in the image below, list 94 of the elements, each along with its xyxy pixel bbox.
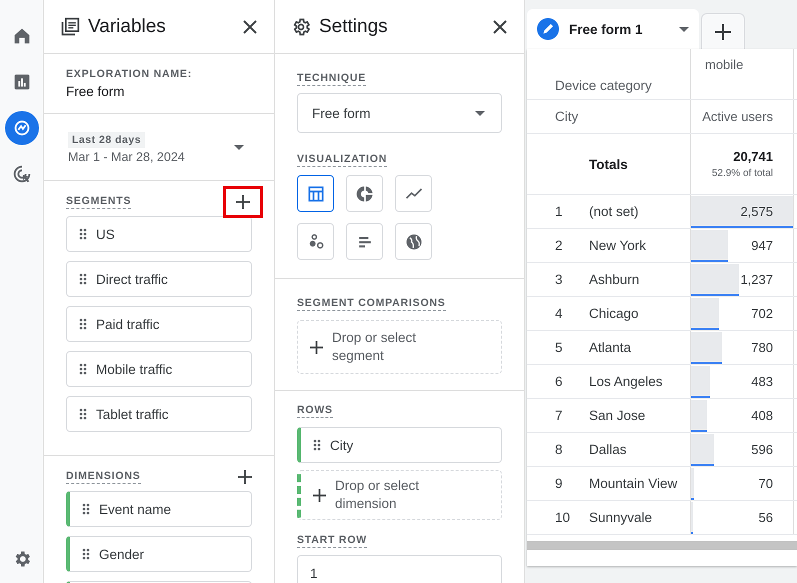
table-cell: Atlanta bbox=[589, 340, 632, 355]
section-label: TECHNIQUE bbox=[297, 72, 366, 86]
totals-label: Totals bbox=[527, 134, 691, 194]
drag-handle-icon bbox=[79, 408, 87, 420]
table-cell: Ashburn bbox=[589, 272, 640, 287]
drag-handle-icon bbox=[79, 273, 87, 285]
column-header: Active users bbox=[691, 100, 794, 133]
segment-chip[interactable]: Direct traffic bbox=[66, 261, 252, 297]
table-cell: Dallas bbox=[589, 442, 627, 457]
row-dimension-chip[interactable]: City bbox=[297, 427, 502, 463]
technique-dropdown[interactable]: Free form bbox=[297, 93, 502, 133]
table-cell: 70 bbox=[758, 476, 773, 491]
start-row-field[interactable]: 1 bbox=[297, 555, 502, 583]
drag-handle-icon bbox=[313, 439, 321, 451]
scatter-plot-icon[interactable] bbox=[297, 223, 334, 260]
segment-chip[interactable]: Tablet traffic bbox=[66, 396, 252, 432]
explore-icon[interactable] bbox=[4, 111, 38, 145]
section-label: SEGMENTS bbox=[66, 195, 132, 209]
date-preset-label: Last 28 days bbox=[68, 132, 146, 148]
total-share: 52.9% of total bbox=[712, 168, 773, 179]
add-icon[interactable] bbox=[236, 195, 250, 209]
section-label: START ROW bbox=[297, 534, 367, 548]
globe-icon[interactable] bbox=[395, 223, 432, 260]
section-label: ROWS bbox=[297, 404, 333, 418]
drag-handle-icon bbox=[79, 228, 87, 240]
close-icon[interactable] bbox=[492, 18, 508, 34]
pencil-icon bbox=[537, 18, 559, 40]
table-cell: New York bbox=[589, 238, 646, 253]
row-number: 4 bbox=[555, 306, 564, 321]
segment-chip[interactable]: Paid traffic bbox=[66, 306, 252, 342]
table-cell: 702 bbox=[751, 306, 773, 321]
dimension-drop-zone[interactable]: Drop or select dimension bbox=[297, 470, 502, 520]
row-number: 10 bbox=[555, 510, 572, 525]
dimension-chip[interactable]: Gender bbox=[66, 536, 252, 572]
table-cell: 947 bbox=[751, 238, 773, 253]
exploration-name[interactable]: Free form bbox=[66, 84, 252, 99]
row-number: 7 bbox=[555, 408, 564, 423]
caret-icon bbox=[234, 144, 244, 150]
add-icon[interactable] bbox=[310, 340, 323, 354]
add-icon[interactable] bbox=[238, 470, 252, 484]
column-header: Device category bbox=[527, 49, 691, 99]
total-value: 20,741 bbox=[732, 149, 773, 164]
section-label: SEGMENT COMPARISONS bbox=[297, 297, 446, 311]
settings-icon bbox=[291, 16, 311, 36]
row-number: 3 bbox=[555, 272, 564, 287]
drag-handle-icon bbox=[82, 548, 90, 560]
row-number: 6 bbox=[555, 374, 564, 389]
bar-chart-icon[interactable] bbox=[346, 223, 383, 260]
panel-title: Settings bbox=[319, 16, 389, 38]
row-number: 5 bbox=[555, 340, 564, 355]
table-icon[interactable] bbox=[297, 175, 334, 212]
segment-chip[interactable]: US bbox=[66, 216, 252, 252]
section-label: DIMENSIONS bbox=[66, 470, 141, 484]
table-cell: (not set) bbox=[589, 204, 639, 219]
tab[interactable]: Free form 1 bbox=[527, 9, 699, 49]
drag-handle-icon bbox=[79, 318, 87, 330]
new-tab-button[interactable] bbox=[701, 13, 745, 49]
close-icon[interactable] bbox=[242, 18, 258, 34]
table-cell: 408 bbox=[751, 408, 773, 423]
table-cell: Chicago bbox=[589, 306, 639, 321]
column-header: City bbox=[527, 100, 691, 133]
add-icon[interactable] bbox=[715, 24, 731, 40]
horizontal-scrollbar[interactable] bbox=[527, 541, 797, 550]
table-cell: 56 bbox=[758, 510, 773, 525]
date-range[interactable]: Mar 1 - Mar 28, 2024 bbox=[68, 150, 185, 164]
row-number: 1 bbox=[555, 204, 564, 219]
section-label: VISUALIZATION bbox=[297, 153, 388, 167]
donut-chart-icon[interactable] bbox=[346, 175, 383, 212]
table-cell: 596 bbox=[751, 442, 773, 457]
add-segment-button[interactable] bbox=[223, 186, 263, 218]
field-label: EXPLORATION NAME: bbox=[66, 68, 193, 80]
column-header: mobile bbox=[691, 49, 794, 99]
row-number: 9 bbox=[555, 476, 564, 491]
caret-icon bbox=[475, 110, 485, 116]
table-cell: Los Angeles bbox=[589, 374, 663, 389]
row-number: 8 bbox=[555, 442, 564, 457]
drag-handle-icon bbox=[82, 503, 90, 515]
caret-icon bbox=[679, 26, 689, 32]
table-cell: San Jose bbox=[589, 408, 646, 423]
table-cell: 483 bbox=[751, 374, 773, 389]
panel-title: Variables bbox=[88, 16, 167, 38]
add-icon[interactable] bbox=[313, 488, 326, 502]
table-cell: Mountain View bbox=[589, 476, 678, 491]
line-chart-icon[interactable] bbox=[395, 175, 432, 212]
segment-drop-zone[interactable]: Drop or select segment bbox=[297, 320, 502, 374]
table-cell: 780 bbox=[751, 340, 773, 355]
stacked-pages-icon bbox=[60, 16, 80, 36]
dimension-chip[interactable]: Event name bbox=[66, 491, 252, 527]
table-cell: 2,575 bbox=[740, 204, 773, 219]
drag-handle-icon bbox=[79, 363, 87, 375]
table-cell: Sunnyvale bbox=[589, 510, 652, 525]
row-number: 2 bbox=[555, 238, 564, 253]
segment-chip[interactable]: Mobile traffic bbox=[66, 351, 252, 387]
table-cell: 1,237 bbox=[740, 272, 773, 287]
